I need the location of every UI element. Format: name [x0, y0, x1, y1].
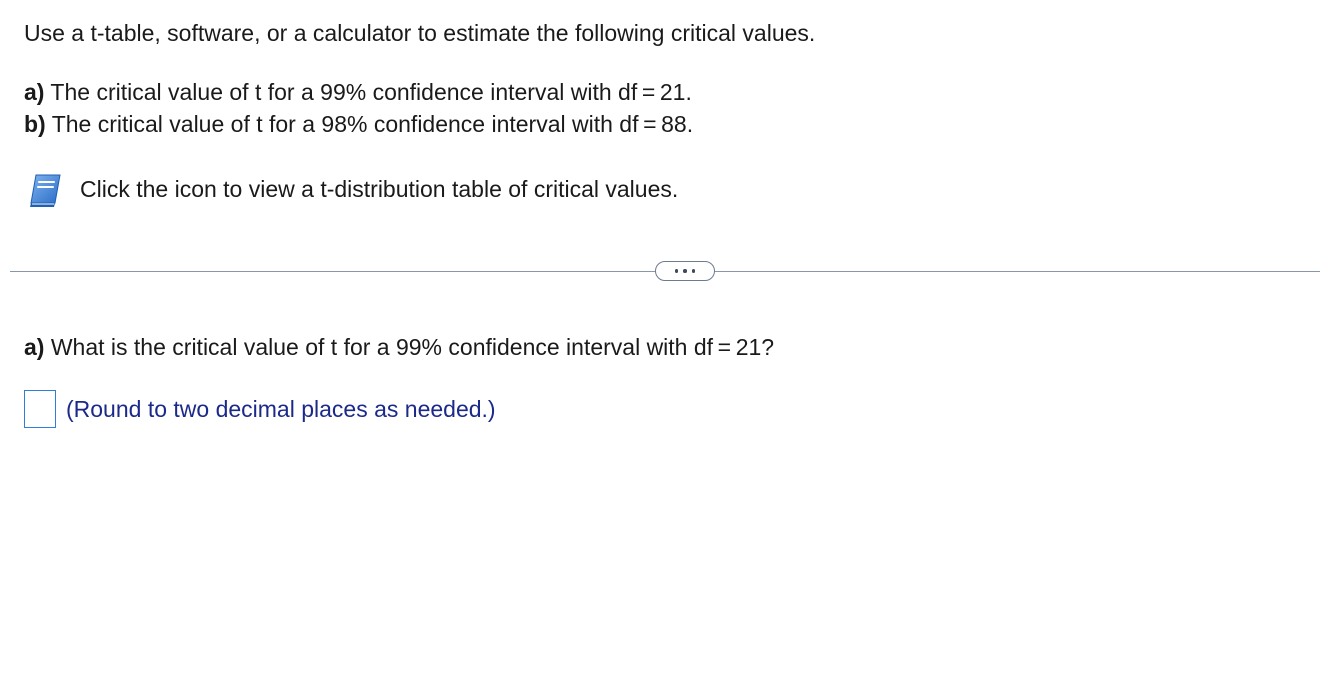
part-b-text: The critical value of t for a 98% confid… — [45, 111, 694, 137]
answer-row: (Round to two decimal places as needed.) — [24, 390, 496, 428]
ellipsis-icon — [674, 269, 679, 273]
part-a-text: The critical value of t for a 99% confid… — [44, 79, 692, 105]
part-b-label: b) — [24, 111, 46, 137]
t-table-link[interactable]: Click the icon to view a t-distribution … — [26, 170, 678, 210]
more-options-button[interactable] — [655, 261, 715, 281]
rounding-hint: (Round to two decimal places as needed.) — [66, 396, 496, 422]
book-icon[interactable] — [26, 170, 66, 210]
problem-page: Use a t-table, software, or a calculator… — [0, 0, 1320, 700]
ellipsis-icon — [683, 269, 687, 273]
part-a: a) The critical value of t for a 99% con… — [24, 76, 693, 108]
question-label: a) — [24, 334, 45, 360]
parts-list: a) The critical value of t for a 99% con… — [24, 76, 693, 140]
question-a: a) What is the critical value of t for a… — [24, 332, 774, 362]
t-table-link-text: Click the icon to view a t-distribution … — [80, 176, 679, 202]
ellipsis-icon — [691, 269, 696, 273]
part-b: b) The critical value of t for a 98% con… — [24, 108, 693, 140]
part-a-label: a) — [24, 79, 45, 105]
question-text: What is the critical value of t for a 99… — [44, 334, 775, 360]
instructions-text: Use a t-table, software, or a calculator… — [24, 20, 816, 46]
answer-input[interactable] — [24, 390, 56, 428]
